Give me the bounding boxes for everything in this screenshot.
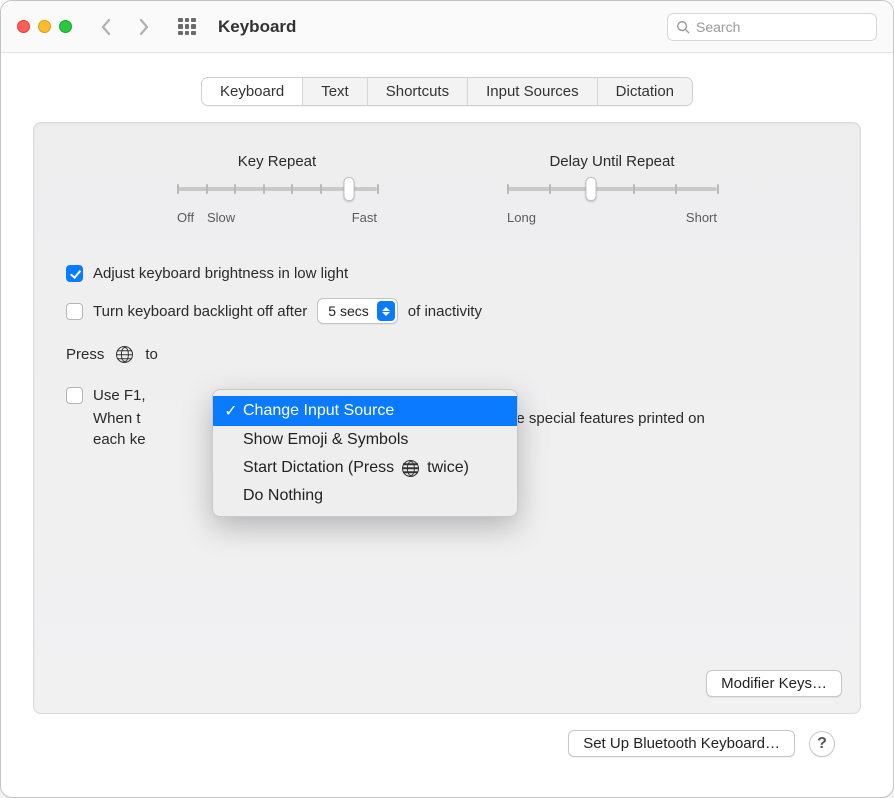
close-window-button[interactable] xyxy=(17,20,30,33)
backlight-before: Turn keyboard backlight off after xyxy=(93,303,307,320)
minimize-window-button[interactable] xyxy=(38,20,51,33)
menu-item-label: Show Emoji & Symbols xyxy=(243,431,408,449)
press-to: to xyxy=(145,346,158,363)
window-body: Keyboard Text Shortcuts Input Sources Di… xyxy=(1,53,893,797)
backlight-duration-value: 5 secs xyxy=(328,303,368,319)
delay-label: Delay Until Repeat xyxy=(549,153,674,170)
tab-bar: Keyboard Text Shortcuts Input Sources Di… xyxy=(33,77,861,106)
menu-item-do-nothing[interactable]: Do Nothing xyxy=(213,482,517,510)
tab-group: Keyboard Text Shortcuts Input Sources Di… xyxy=(201,77,693,106)
zoom-window-button[interactable] xyxy=(59,20,72,33)
footer-row: Set Up Bluetooth Keyboard… ? xyxy=(33,714,861,757)
menu-item-label: Change Input Source xyxy=(243,402,394,420)
titlebar: Keyboard Search xyxy=(1,1,893,53)
delay-slider[interactable] xyxy=(507,178,717,202)
brightness-row: Adjust keyboard brightness in low light xyxy=(66,265,828,282)
globe-action-menu[interactable]: ✓ Change Input Source Show Emoji & Symbo… xyxy=(212,389,518,517)
stepper-icon xyxy=(377,301,395,321)
menu-item-label: Do Nothing xyxy=(243,487,323,505)
forward-button[interactable] xyxy=(136,18,152,36)
show-all-button[interactable] xyxy=(178,18,196,36)
press-globe-row: Press to xyxy=(66,346,828,363)
brightness-label: Adjust keyboard brightness in low light xyxy=(93,265,348,282)
window-title: Keyboard xyxy=(218,17,296,37)
menu-item-label: Start Dictation (Press xyxy=(243,459,394,477)
tab-input-sources[interactable]: Input Sources xyxy=(468,78,598,105)
globe-icon xyxy=(402,460,419,477)
tab-dictation[interactable]: Dictation xyxy=(598,78,692,105)
delay-thumb[interactable] xyxy=(586,177,597,201)
search-placeholder: Search xyxy=(696,19,740,35)
back-button[interactable] xyxy=(98,18,114,36)
bluetooth-keyboard-button[interactable]: Set Up Bluetooth Keyboard… xyxy=(568,730,795,757)
backlight-duration-popup[interactable]: 5 secs xyxy=(317,298,397,324)
globe-icon xyxy=(116,346,133,363)
delay-block: Delay Until Repeat Long Short xyxy=(507,153,717,225)
keyboard-panel: Key Repeat Off Slow Fast D xyxy=(33,122,861,714)
menu-item-emoji-symbols[interactable]: Show Emoji & Symbols xyxy=(213,426,517,454)
navigation-arrows xyxy=(98,18,152,36)
brightness-checkbox[interactable] xyxy=(66,265,83,282)
tab-keyboard[interactable]: Keyboard xyxy=(202,78,303,105)
menu-item-change-input-source[interactable]: ✓ Change Input Source xyxy=(213,396,517,426)
delay-scale: Long Short xyxy=(507,210,717,225)
key-repeat-slider[interactable] xyxy=(177,178,377,202)
panel-content: Key Repeat Off Slow Fast D xyxy=(34,123,860,450)
fn-label-before: Use F1, xyxy=(93,387,146,404)
backlight-row: Turn keyboard backlight off after 5 secs… xyxy=(66,298,828,324)
press-label: Press xyxy=(66,346,104,363)
tab-shortcuts[interactable]: Shortcuts xyxy=(368,78,468,105)
sliders-row: Key Repeat Off Slow Fast D xyxy=(66,153,828,225)
check-icon: ✓ xyxy=(223,401,239,421)
modifier-keys-button[interactable]: Modifier Keys… xyxy=(706,670,842,697)
keyboard-prefs-window: Keyboard Search Keyboard Text Shortcuts … xyxy=(0,0,894,798)
backlight-checkbox[interactable] xyxy=(66,303,83,320)
search-input[interactable]: Search xyxy=(667,13,877,41)
key-repeat-scale: Off Slow Fast xyxy=(177,210,377,225)
fn-checkbox[interactable] xyxy=(66,387,83,404)
backlight-after: of inactivity xyxy=(408,303,482,320)
key-repeat-label: Key Repeat xyxy=(238,153,316,170)
tab-text[interactable]: Text xyxy=(303,78,368,105)
key-repeat-thumb[interactable] xyxy=(344,177,355,201)
menu-item-start-dictation[interactable]: Start Dictation (Press twice) xyxy=(213,454,517,482)
search-icon xyxy=(676,20,690,34)
window-controls xyxy=(17,20,72,33)
help-button[interactable]: ? xyxy=(809,731,835,757)
menu-item-label: twice) xyxy=(427,459,469,477)
key-repeat-block: Key Repeat Off Slow Fast xyxy=(177,153,377,225)
